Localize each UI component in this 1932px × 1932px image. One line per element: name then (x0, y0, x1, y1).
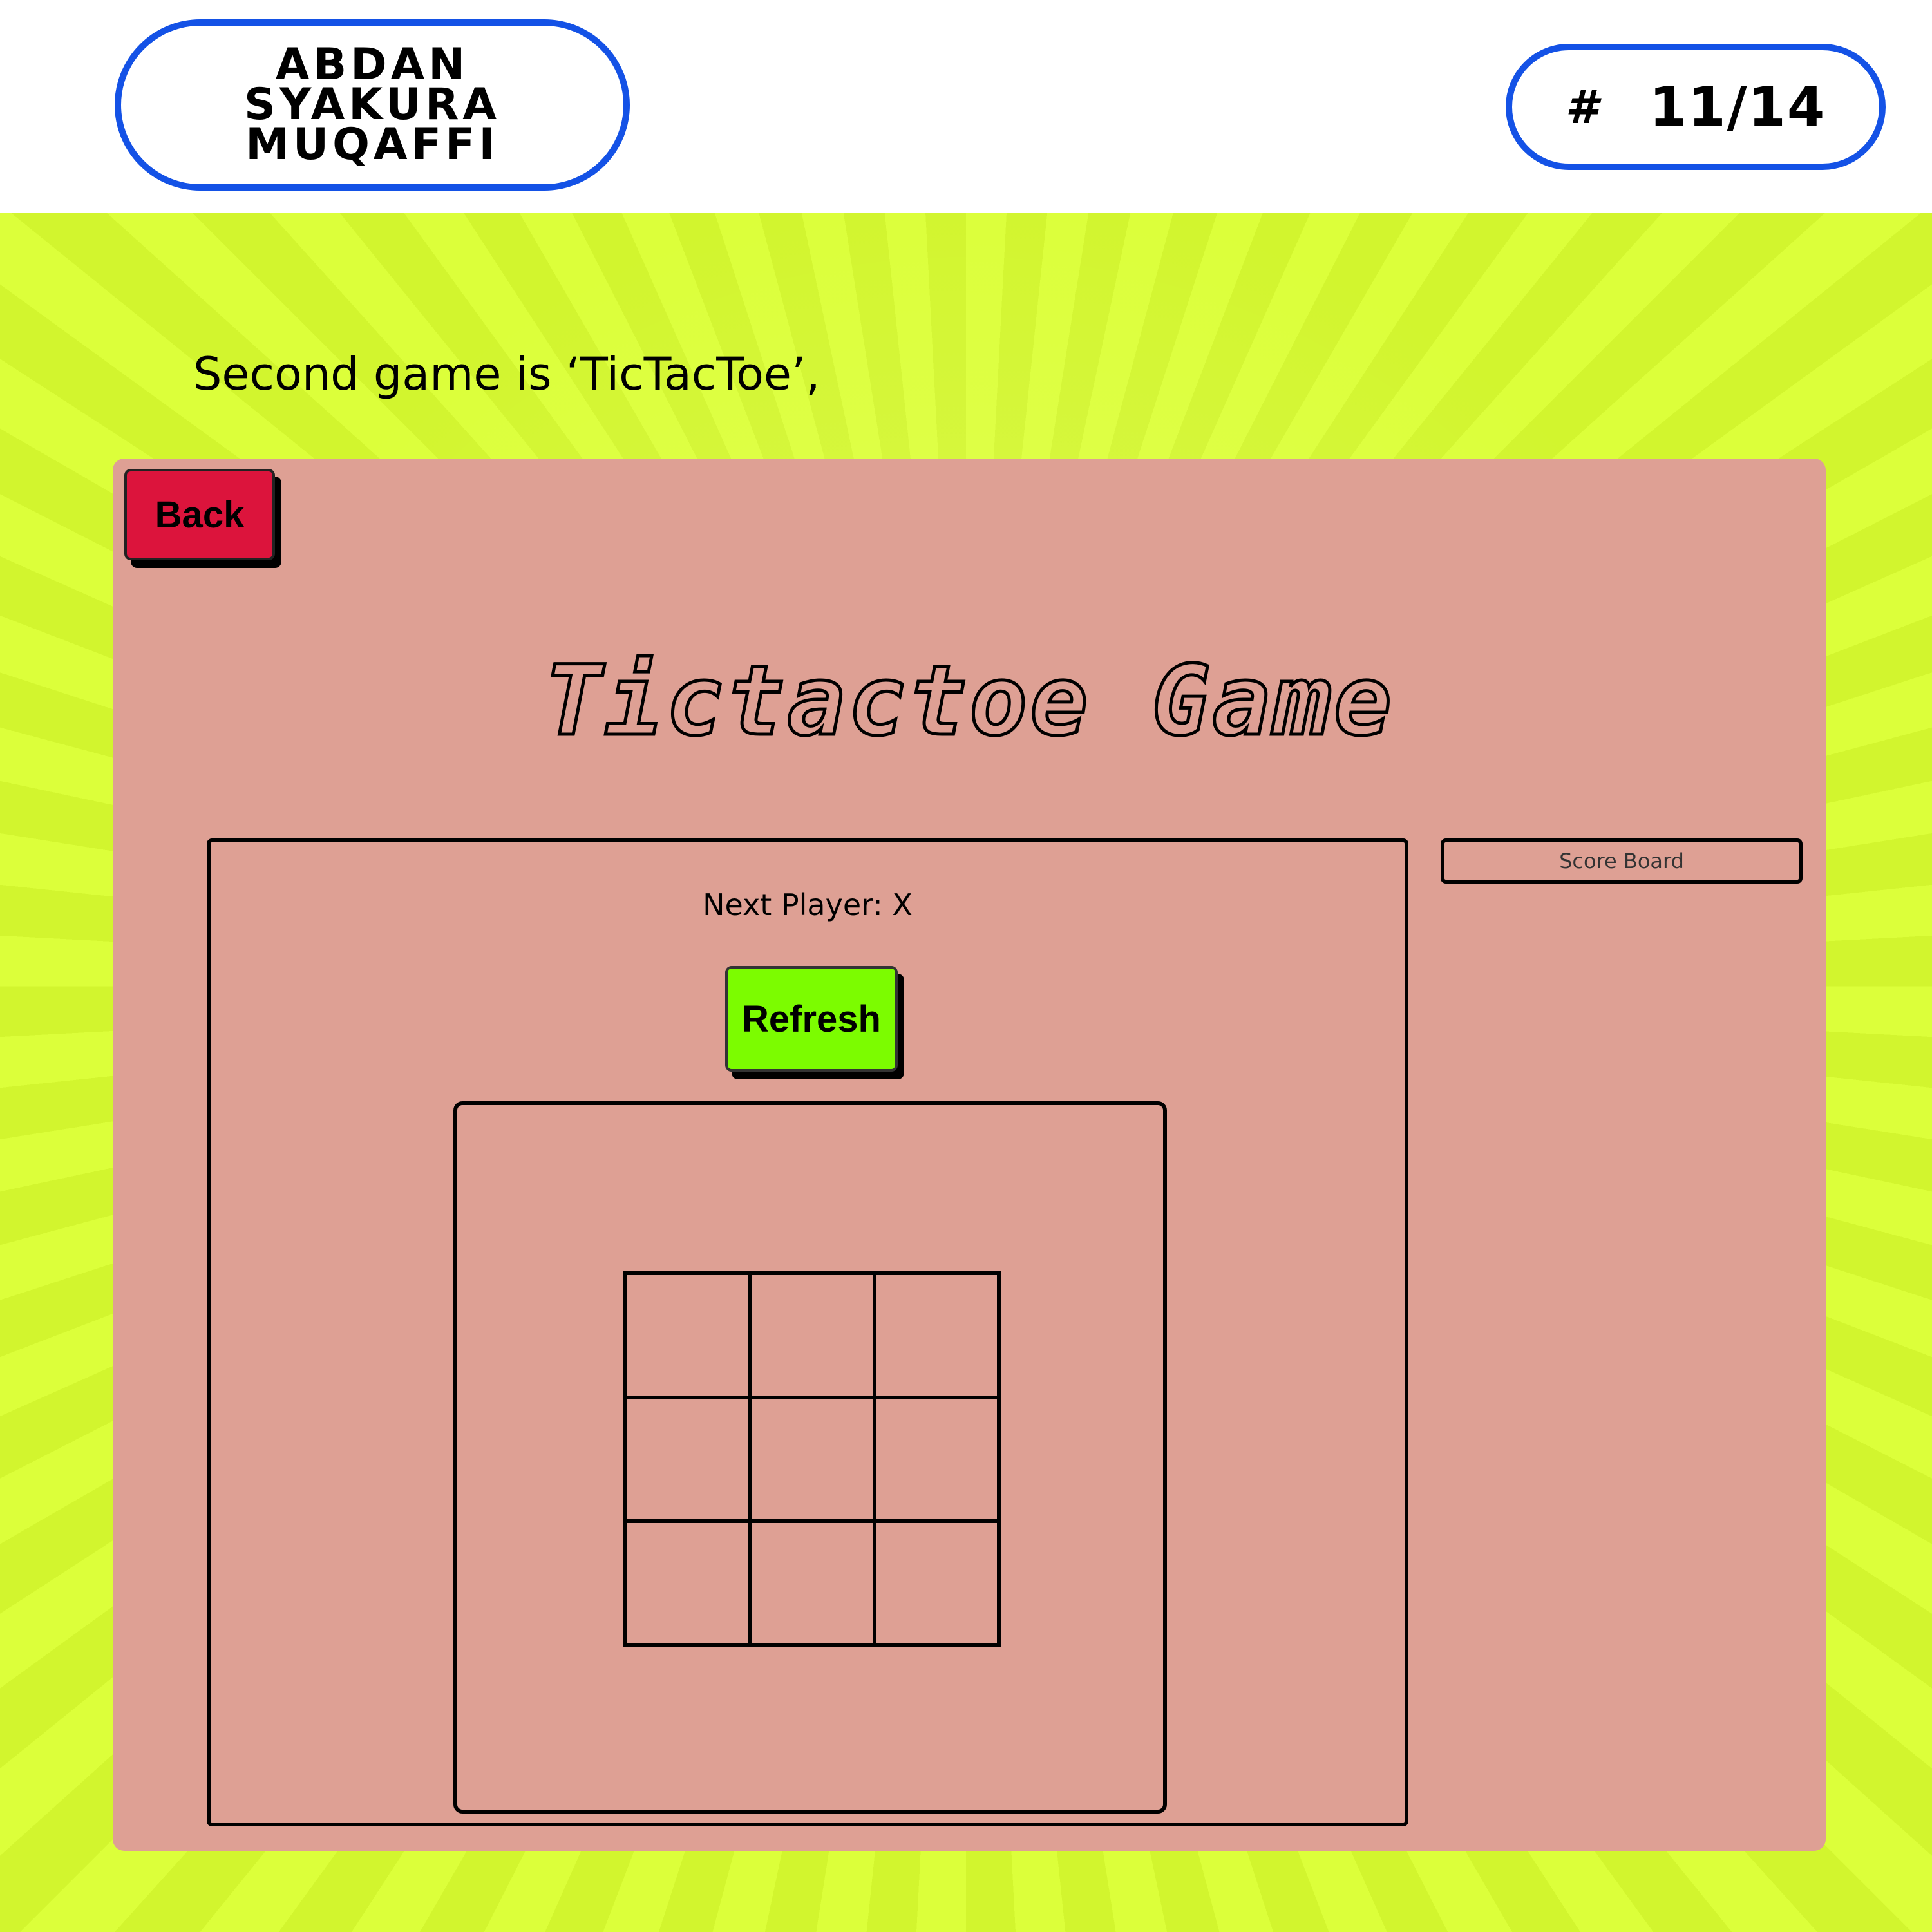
game-title: Tictactoe Game (542, 644, 1395, 759)
game-screenshot: Back Tictactoe Game Next Player: X Refre… (113, 459, 1826, 1851)
slide-body: Second game is ‘TicTacToe’, Back Tictact… (0, 213, 1932, 1932)
next-player-status: Next Player: X (703, 887, 913, 922)
score-board: Score Board (1441, 838, 1803, 884)
board-cell[interactable] (748, 1396, 876, 1523)
board-cell[interactable] (873, 1520, 1000, 1647)
board-cell[interactable] (873, 1272, 1000, 1399)
header: ABDAN SYAKURA MUQAFFI # 11/14 (0, 0, 1932, 213)
board-cell[interactable] (873, 1396, 1000, 1523)
refresh-button[interactable]: Refresh (725, 966, 898, 1072)
board-cell[interactable] (624, 1520, 752, 1647)
board-cell[interactable] (624, 1272, 752, 1399)
author-badge: ABDAN SYAKURA MUQAFFI (115, 19, 630, 191)
intro-text: Second game is ‘TicTacToe’, (193, 348, 820, 401)
board-cell[interactable] (748, 1520, 876, 1647)
page-number: 11/14 (1649, 75, 1826, 138)
hash-icon: # (1565, 80, 1598, 134)
board-frame (453, 1101, 1167, 1814)
page-indicator: # 11/14 (1506, 44, 1886, 170)
tictactoe-board (623, 1271, 1001, 1647)
author-name: ABDAN SYAKURA MUQAFFI (243, 39, 501, 170)
game-container: Next Player: X Refresh (207, 838, 1408, 1826)
back-button[interactable]: Back (124, 469, 275, 560)
board-cell[interactable] (748, 1272, 876, 1399)
board-cell[interactable] (624, 1396, 752, 1523)
